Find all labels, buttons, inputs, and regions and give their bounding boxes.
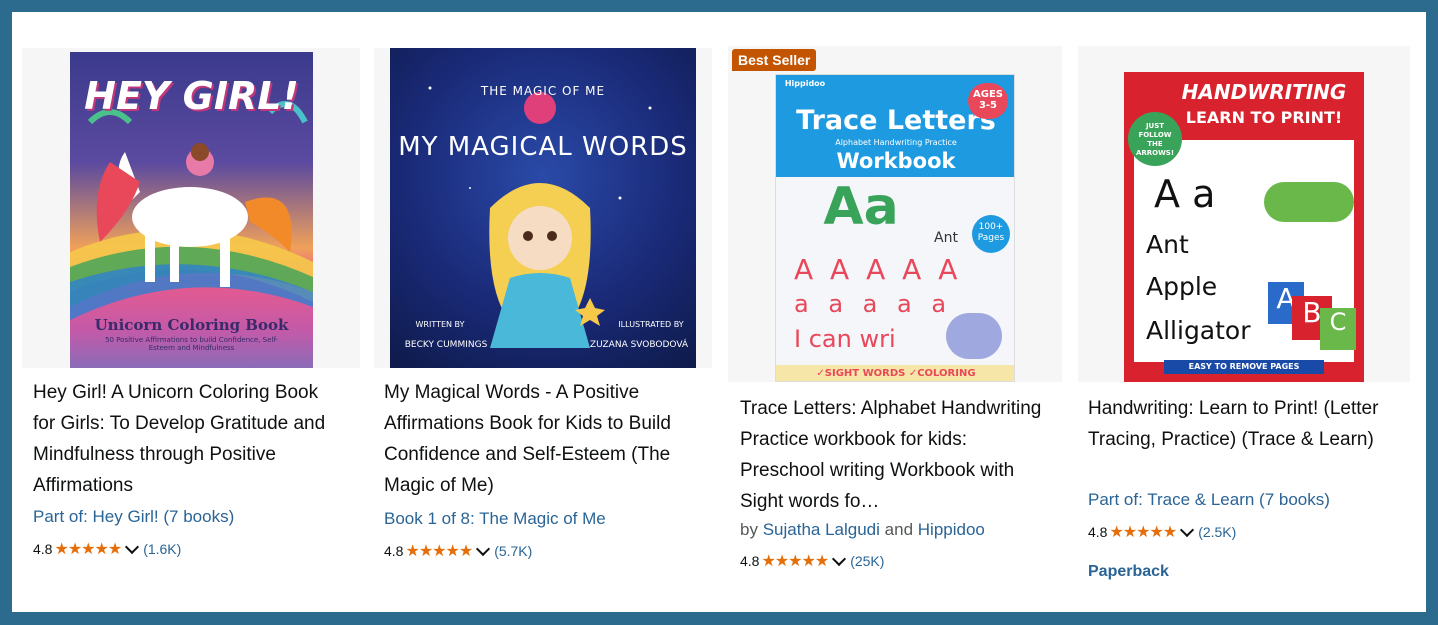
series-link-4[interactable]: Part of: Trace & Learn (7 books) xyxy=(1088,489,1330,511)
cover-series: THE MAGIC OF ME xyxy=(480,84,606,98)
product-image-2[interactable]: THE MAGIC OF ME MY MAGICAL WORDS WRITTEN… xyxy=(374,48,712,368)
cover-badge: JUST FOLLOW THE ARROWS! xyxy=(1128,112,1182,166)
cover-row3: I can wri xyxy=(794,325,896,353)
rating-4[interactable]: 4.8 ★★★★★ (2.5K) xyxy=(1088,522,1236,542)
chevron-down-icon[interactable] xyxy=(832,551,847,566)
chevron-down-icon[interactable] xyxy=(125,539,140,554)
byline-prefix: by xyxy=(740,520,758,539)
series-link-1[interactable]: Part of: Hey Girl! (7 books) xyxy=(33,506,234,528)
rating-value: 4.8 xyxy=(384,543,404,559)
cover-block-c: C xyxy=(1320,308,1356,350)
cover-word-2: Apple xyxy=(1146,272,1218,301)
cover-footer: ✓SIGHT WORDS ✓COLORING xyxy=(776,365,1014,381)
product-card-4[interactable]: HANDWRITING LEARN TO PRINT! JUST FOLLOW … xyxy=(1078,46,1410,586)
cover-headline: MY MAGICAL WORDS xyxy=(398,132,688,162)
cover-big-letters: Aa xyxy=(823,177,899,237)
cover-ant: Ant xyxy=(934,230,958,246)
author-link-2[interactable]: Hippidoo xyxy=(918,520,985,539)
review-count[interactable]: (1.6K) xyxy=(143,541,181,557)
byline-3: by Sujatha Lalgudi and Hippidoo xyxy=(740,519,985,541)
rating-3[interactable]: 4.8 ★★★★★ (25K) xyxy=(740,551,884,571)
rating-1[interactable]: 4.8 ★★★★★ (1.6K) xyxy=(33,539,181,559)
chevron-down-icon[interactable] xyxy=(1180,522,1195,537)
product-title-1[interactable]: Hey Girl! A Unicorn Coloring Book for Gi… xyxy=(33,377,333,501)
product-image-1[interactable]: HEY GIRL! Unicorn Coloring Book 50 Posit… xyxy=(22,48,360,368)
series-link-2[interactable]: Book 1 of 8: The Magic of Me xyxy=(384,508,606,530)
product-image-3[interactable]: Hippidoo Trace Letters Alphabet Handwrit… xyxy=(728,46,1062,382)
chevron-down-icon[interactable] xyxy=(476,541,491,556)
rating-value: 4.8 xyxy=(1088,524,1108,540)
cover-ages: AGES 3-5 xyxy=(968,83,1008,119)
star-rating-icon: ★★★★★ xyxy=(761,553,829,570)
rating-2[interactable]: 4.8 ★★★★★ (5.7K) xyxy=(384,541,532,561)
book-cover-handwriting: HANDWRITING LEARN TO PRINT! JUST FOLLOW … xyxy=(1124,72,1364,382)
cover-row1: A A A A A xyxy=(794,253,962,286)
cover-pages: 100+ Pages xyxy=(972,215,1010,253)
cover-footer: EASY TO REMOVE PAGES xyxy=(1164,360,1324,374)
review-count[interactable]: (2.5K) xyxy=(1198,524,1236,540)
star-rating-icon: ★★★★★ xyxy=(1109,524,1177,541)
product-title-2[interactable]: My Magical Words - A Positive Affirmatio… xyxy=(384,377,684,501)
cover-illustrator: ZUZANA SVOBODOVÁ xyxy=(589,340,689,350)
product-title-3[interactable]: Trace Letters: Alphabet Handwriting Prac… xyxy=(740,393,1050,517)
book-cover-hey-girl: HEY GIRL! Unicorn Coloring Book 50 Posit… xyxy=(70,52,313,368)
author-link-1[interactable]: Sujatha Lalgudi xyxy=(763,520,880,539)
cover-tagline: 50 Positive Affirmations to build Confid… xyxy=(105,336,278,352)
star-rating-icon: ★★★★★ xyxy=(54,541,122,558)
format-link-paperback[interactable]: Paperback xyxy=(1088,563,1169,581)
star-rating-icon: ★★★★★ xyxy=(405,543,473,560)
rating-value: 4.8 xyxy=(33,541,53,557)
cover-written-by: WRITTEN BY xyxy=(415,320,465,329)
cover-illustrated-by: ILLUSTRATED BY xyxy=(618,320,684,329)
cover-letters: A a xyxy=(1154,172,1216,216)
best-seller-badge: Best Seller xyxy=(732,49,817,71)
product-card-1[interactable]: HEY GIRL! Unicorn Coloring Book 50 Posit… xyxy=(22,48,360,588)
cover-sub: LEARN TO PRINT! xyxy=(1185,108,1343,127)
cover-headline: HANDWRITING xyxy=(1181,80,1347,104)
review-count[interactable]: (25K) xyxy=(850,553,884,569)
cover-word-1: Ant xyxy=(1146,230,1189,259)
cover-brand: Hippidoo xyxy=(784,79,826,88)
rating-value: 4.8 xyxy=(740,553,760,569)
cover-author: BECKY CUMMINGS xyxy=(404,340,488,350)
product-image-4[interactable]: HANDWRITING LEARN TO PRINT! JUST FOLLOW … xyxy=(1078,46,1410,382)
byline-and: and xyxy=(884,520,914,539)
product-title-4[interactable]: Handwriting: Learn to Print! (Letter Tra… xyxy=(1088,393,1404,455)
review-count[interactable]: (5.7K) xyxy=(494,543,532,559)
cover-word-3: Alligator xyxy=(1146,316,1251,345)
cover-headline: HEY GIRL! xyxy=(84,74,299,118)
results-panel: HEY GIRL! Unicorn Coloring Book 50 Posit… xyxy=(12,12,1426,612)
product-card-2[interactable]: THE MAGIC OF ME MY MAGICAL WORDS WRITTEN… xyxy=(374,48,712,588)
book-cover-magical-words: THE MAGIC OF ME MY MAGICAL WORDS WRITTEN… xyxy=(390,48,696,368)
book-cover-trace-letters: Hippidoo Trace Letters Alphabet Handwrit… xyxy=(775,74,1015,382)
cover-workbook: Workbook xyxy=(836,149,956,173)
cover-sub: Alphabet Handwriting Practice xyxy=(835,138,957,147)
cover-subtitle: Unicorn Coloring Book xyxy=(94,316,289,334)
product-card-3[interactable]: Hippidoo Trace Letters Alphabet Handwrit… xyxy=(728,46,1062,586)
